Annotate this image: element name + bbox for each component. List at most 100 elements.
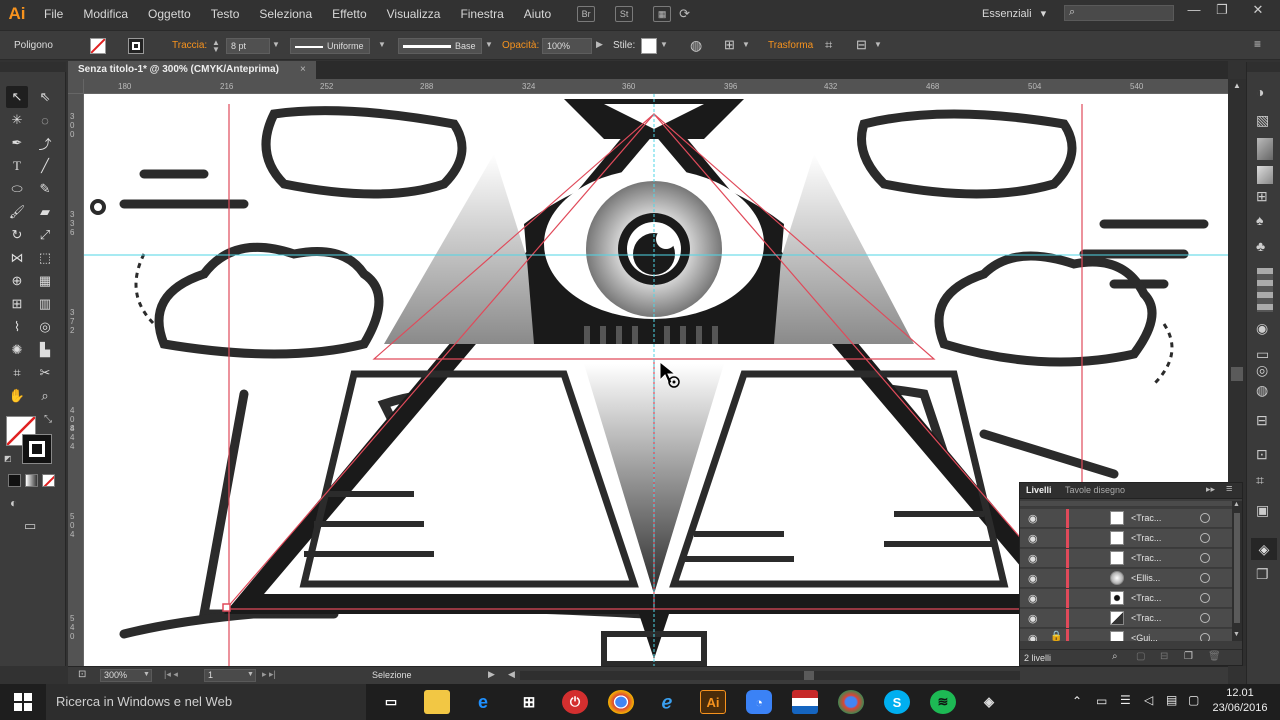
color-panel-icon[interactable]: ◑ bbox=[1256, 84, 1264, 100]
menu-file[interactable]: File bbox=[34, 7, 73, 21]
target-circle-icon[interactable] bbox=[1200, 633, 1210, 641]
align-icon[interactable]: ⊞ bbox=[724, 37, 735, 53]
layer-row[interactable]: ◉ 🔒 <Gui... bbox=[1020, 629, 1232, 641]
file-explorer-icon[interactable] bbox=[424, 690, 450, 714]
color-mode-icon[interactable] bbox=[8, 474, 21, 487]
language-icon[interactable]: ▤ bbox=[1166, 693, 1177, 707]
gradient-mode-icon[interactable] bbox=[25, 474, 38, 487]
layer-name[interactable]: <Trac... bbox=[1131, 593, 1161, 603]
delete-layer-icon[interactable]: 🗑 bbox=[1208, 651, 1221, 662]
panel-menu-icon[interactable]: ≡ bbox=[1226, 483, 1232, 495]
mesh-tool-icon[interactable]: ⊞ bbox=[6, 293, 28, 315]
lock-icon[interactable]: 🔒 bbox=[1050, 631, 1062, 641]
visibility-eye-icon[interactable]: ◉ bbox=[1028, 592, 1038, 605]
slice-tool-icon[interactable]: ✂ bbox=[34, 362, 56, 384]
visibility-eye-icon[interactable]: ◉ bbox=[1028, 532, 1038, 545]
layer-name[interactable]: <Trac... bbox=[1131, 533, 1161, 543]
menu-oggetto[interactable]: Oggetto bbox=[138, 7, 201, 21]
selection-tool-icon[interactable]: ↖ bbox=[6, 86, 28, 108]
swatches-icon[interactable]: ⊞ bbox=[1256, 188, 1268, 205]
layer-name[interactable]: <Gui... bbox=[1131, 633, 1158, 641]
target-circle-icon[interactable] bbox=[1200, 573, 1210, 583]
layer-row[interactable]: ◉ <Ellis... bbox=[1020, 569, 1232, 588]
document-tab[interactable]: Senza titolo-1* @ 300% (CMYK/Anteprima) bbox=[68, 61, 316, 79]
gradient-tool-icon[interactable]: ▥ bbox=[34, 293, 56, 315]
hand-tool-icon[interactable]: ✋ bbox=[6, 385, 28, 407]
artboard-dropdown-icon[interactable]: ▼ bbox=[247, 671, 254, 678]
new-sublayer-icon[interactable]: ⊟ bbox=[1160, 651, 1168, 662]
stroke-color-swatch[interactable] bbox=[22, 434, 52, 464]
store-icon[interactable]: ⊞ bbox=[516, 690, 542, 714]
stroke-stepper[interactable]: ▲ ▼ bbox=[212, 39, 220, 54]
isolate-icon[interactable]: ⌗ bbox=[825, 37, 832, 53]
layers-scroll-thumb[interactable] bbox=[1234, 513, 1240, 623]
stroke-weight-dropdown-icon[interactable]: ▼ bbox=[272, 40, 280, 49]
scroll-thumb[interactable] bbox=[1231, 367, 1243, 381]
brush-dropdown-icon[interactable]: ▼ bbox=[485, 40, 493, 49]
free-transform-tool-icon[interactable]: ⬚ bbox=[34, 247, 56, 269]
default-colors-icon[interactable]: ◩ bbox=[4, 454, 12, 463]
artboard-tool-icon[interactable]: ⌗ bbox=[6, 362, 28, 384]
stroke-label[interactable]: Traccia: bbox=[172, 40, 207, 51]
start-button[interactable] bbox=[0, 684, 46, 720]
zoom-dropdown-icon[interactable]: ▼ bbox=[143, 671, 150, 678]
swap-colors-icon[interactable]: ⤡ bbox=[44, 414, 52, 425]
locate-object-icon[interactable]: ⌕ bbox=[1112, 651, 1118, 662]
transform-link[interactable]: Trasforma bbox=[768, 40, 813, 51]
visibility-eye-icon[interactable]: ◉ bbox=[1028, 512, 1038, 525]
close-window-button[interactable]: ✕ bbox=[1244, 2, 1272, 20]
graphic-style-swatch[interactable] bbox=[641, 38, 657, 54]
task-view-icon[interactable]: ▭ bbox=[378, 690, 404, 714]
horizontal-scrollbar[interactable] bbox=[520, 671, 1020, 680]
ellipse-tool-icon[interactable]: ⬭ bbox=[6, 178, 28, 200]
layers-panel-icon[interactable]: ◈ bbox=[1251, 538, 1277, 560]
zoom-tool-icon[interactable]: ⌕ bbox=[34, 385, 56, 407]
artboard-nav-icon[interactable]: ⊡ bbox=[78, 669, 86, 680]
artboard-number-select[interactable]: 1 ▼ bbox=[204, 669, 256, 682]
minimize-button[interactable]: — bbox=[1180, 2, 1208, 20]
stroke-swatch[interactable] bbox=[128, 38, 144, 54]
menu-aiuto[interactable]: Aiuto bbox=[514, 7, 561, 21]
app-icon-misc[interactable]: ◈ bbox=[976, 690, 1002, 714]
lasso-tool-icon[interactable]: ◌ bbox=[34, 109, 56, 131]
new-layer-icon[interactable]: ❐ bbox=[1184, 651, 1193, 662]
target-circle-icon[interactable] bbox=[1200, 533, 1210, 543]
screen-mode-icon[interactable]: ▭ bbox=[24, 518, 36, 534]
sync-icon[interactable]: ⟳ bbox=[679, 6, 690, 22]
ruler-origin[interactable] bbox=[68, 79, 84, 94]
collapse-panel-icon[interactable]: ▸▸ bbox=[1206, 484, 1215, 495]
brushes-icon[interactable]: ♠ bbox=[1256, 212, 1263, 228]
menu-effetto[interactable]: Effetto bbox=[322, 7, 376, 21]
tab-layers[interactable]: Livelli bbox=[1026, 485, 1052, 495]
profile-select[interactable]: Uniforme bbox=[290, 38, 370, 54]
visibility-eye-icon[interactable]: ◉ bbox=[1028, 612, 1038, 625]
power-app-icon[interactable]: ⏻ bbox=[562, 690, 588, 714]
chrome-app-icon[interactable] bbox=[838, 690, 864, 714]
menu-testo[interactable]: Testo bbox=[201, 7, 250, 21]
none-mode-icon[interactable] bbox=[42, 474, 55, 487]
transparency-icon[interactable]: ◍ bbox=[1256, 382, 1268, 399]
help-search-input[interactable]: ⌕ bbox=[1064, 5, 1174, 21]
pen-tool-icon[interactable]: ✒ bbox=[6, 132, 28, 154]
blend-tool-icon[interactable]: ◎ bbox=[34, 316, 56, 338]
restore-button[interactable]: ❐ bbox=[1208, 2, 1236, 20]
status-menu-icon[interactable]: ▶ bbox=[488, 669, 495, 680]
graph-tool-icon[interactable]: ▙ bbox=[34, 339, 56, 361]
layers-scroll-down-icon[interactable]: ▼ bbox=[1233, 631, 1240, 638]
layers-scroll-up-icon[interactable]: ▲ bbox=[1233, 501, 1240, 508]
next-artboard-icon[interactable]: ▸ ▸| bbox=[262, 669, 276, 680]
width-tool-icon[interactable]: ⋈ bbox=[6, 247, 28, 269]
graphic-styles-icon[interactable]: ◉ bbox=[1256, 320, 1268, 337]
hscroll-thumb[interactable] bbox=[804, 671, 814, 680]
opacity-input[interactable]: 100% bbox=[542, 38, 592, 54]
scroll-up-icon[interactable]: ▲ bbox=[1233, 81, 1241, 90]
battery-icon[interactable]: ▭ bbox=[1096, 694, 1107, 708]
show-hidden-icons[interactable]: ⌃ bbox=[1072, 694, 1082, 708]
transform-panel-icon[interactable]: ⌗ bbox=[1256, 472, 1264, 489]
rotate-tool-icon[interactable]: ↻ bbox=[6, 224, 28, 246]
stroke-panel-icon[interactable]: ◎ bbox=[1256, 362, 1268, 379]
skype-icon[interactable]: S bbox=[884, 690, 910, 714]
target-circle-icon[interactable] bbox=[1200, 593, 1210, 603]
opacity-label[interactable]: Opacità: bbox=[502, 40, 539, 51]
opacity-arrow-icon[interactable]: ▶ bbox=[596, 39, 603, 50]
